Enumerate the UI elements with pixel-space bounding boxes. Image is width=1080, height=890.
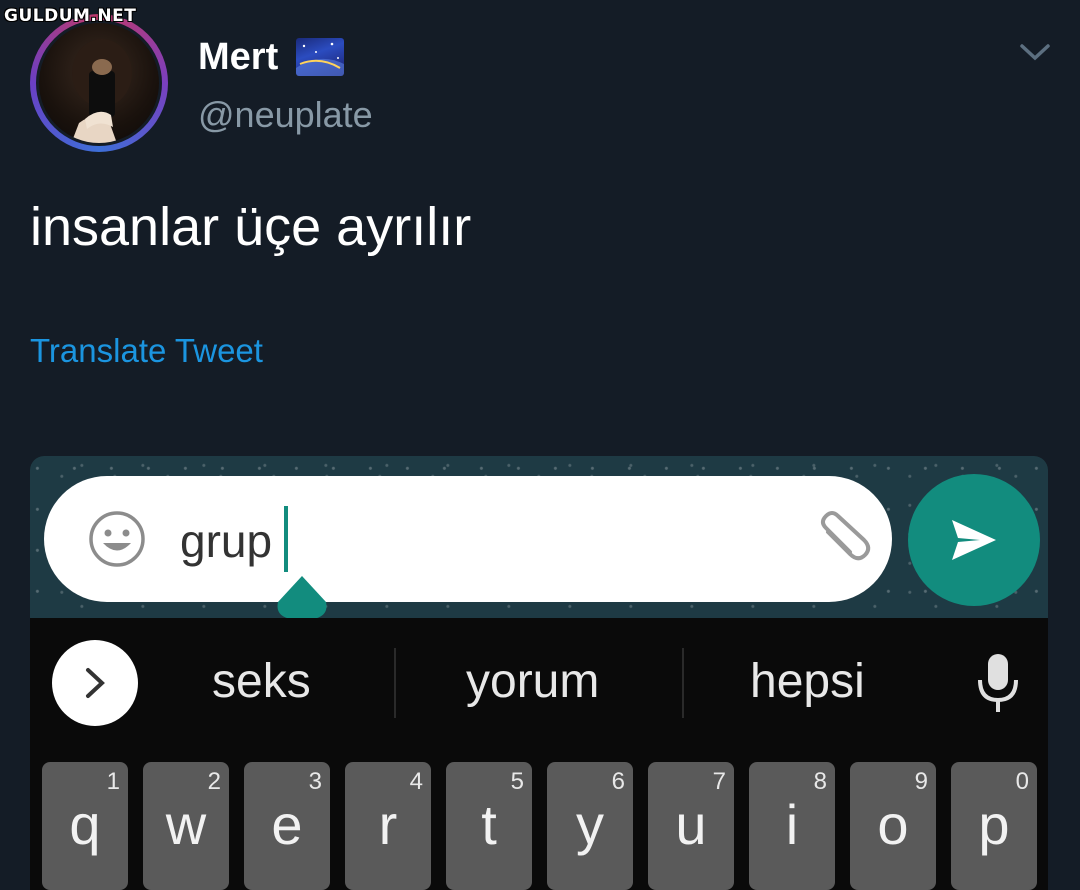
- caret-handle[interactable]: [274, 576, 330, 620]
- user-handle[interactable]: @neuplate: [198, 94, 373, 136]
- key-u[interactable]: 7u: [648, 762, 734, 890]
- avatar[interactable]: [30, 14, 168, 152]
- key-i[interactable]: 8i: [749, 762, 835, 890]
- watermark: GULDUM.NET: [4, 6, 137, 26]
- text-caret: [284, 506, 288, 572]
- translate-tweet-link[interactable]: Translate Tweet: [30, 332, 263, 370]
- message-input[interactable]: grup: [44, 476, 892, 602]
- divider: [394, 648, 396, 718]
- suggestion-word[interactable]: hepsi: [750, 654, 865, 709]
- key-e[interactable]: 3e: [244, 762, 330, 890]
- paperclip-icon[interactable]: [814, 510, 876, 570]
- key-w[interactable]: 2w: [143, 762, 229, 890]
- chevron-right-icon: [86, 668, 105, 698]
- key-q[interactable]: 1q: [42, 762, 128, 890]
- key-t[interactable]: 5t: [446, 762, 532, 890]
- message-input-text: grup: [180, 515, 273, 567]
- expand-toolbar-button[interactable]: [52, 640, 138, 726]
- keyboard: 1q 2w 3e 4r 5t 6y 7u 8i 9o 0p: [30, 736, 1048, 890]
- divider: [682, 648, 684, 718]
- key-y[interactable]: 6y: [547, 762, 633, 890]
- embedded-chat-screenshot: grup seks yorum hepsi 1 q 2 w 3 e 4 r 5 …: [30, 456, 1048, 890]
- send-icon: [952, 520, 996, 560]
- send-button[interactable]: [908, 474, 1040, 606]
- night-sky-emoji-icon: [296, 38, 344, 76]
- key-o[interactable]: 9o: [850, 762, 936, 890]
- key-p[interactable]: 0p: [951, 762, 1037, 890]
- suggestion-word[interactable]: yorum: [466, 654, 599, 709]
- key-r[interactable]: 4r: [345, 762, 431, 890]
- suggestion-word[interactable]: seks: [212, 654, 311, 709]
- smiley-icon[interactable]: [88, 510, 146, 568]
- suggestion-bar: seks yorum hepsi: [30, 618, 1048, 736]
- tweet-text: insanlar üçe ayrılır: [30, 197, 472, 257]
- chevron-down-icon[interactable]: [1018, 38, 1052, 66]
- avatar-photo: [36, 20, 162, 146]
- display-name[interactable]: Mert: [198, 36, 278, 79]
- microphone-icon[interactable]: [976, 652, 1020, 714]
